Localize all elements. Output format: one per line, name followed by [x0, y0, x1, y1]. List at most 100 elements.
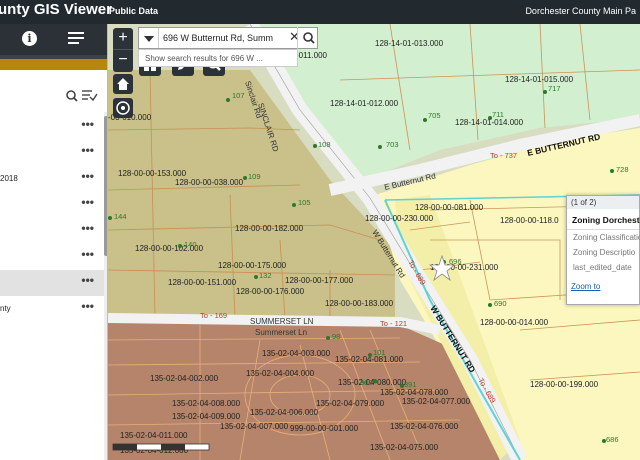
layer-list: ••• ••• 2018 ••• ••• ••• ••• ••• nty ••• [0, 114, 104, 322]
more-icon[interactable]: ••• [81, 221, 94, 235]
more-icon[interactable]: ••• [81, 169, 94, 183]
search-source-dropdown[interactable] [139, 28, 159, 48]
more-icon[interactable]: ••• [81, 247, 94, 261]
parcel-label: 135-02-04-077.000 [402, 397, 471, 406]
address-label: 380 [360, 378, 373, 387]
layer-item[interactable]: ••• [0, 244, 104, 270]
map-view[interactable]: Sinclair Rd SINCLAIR RD E BUTTERNUT RD E… [108, 24, 640, 460]
address-label: 140 [184, 240, 197, 249]
parcel-label: 128-00-00-118.0 [500, 216, 559, 225]
parcel-label: 128-00-00-183.000 [325, 299, 394, 308]
zoom-out-button[interactable]: − [113, 50, 133, 72]
address-label: 107 [232, 91, 245, 100]
home-button[interactable] [113, 74, 133, 94]
address-label: 105 [298, 198, 311, 207]
map-canvas[interactable]: Sinclair Rd SINCLAIR RD E BUTTERNUT RD E… [108, 24, 640, 460]
address-label: 690 [494, 299, 507, 308]
popup-field: Zoning Descriptio [573, 248, 636, 257]
layer-item[interactable]: ••• [0, 218, 104, 244]
more-icon[interactable]: ••• [81, 299, 94, 313]
gis-viewer-app: unty GIS Viewer Public Data Dorchester C… [0, 0, 640, 460]
address-label: 728 [616, 165, 629, 174]
layer-item[interactable]: nty ••• [0, 296, 104, 322]
search-submit-button[interactable] [297, 27, 319, 49]
panel-tools [60, 88, 104, 109]
parcel-label: 128-14-01-013.000 [375, 39, 444, 48]
parcel-label: 128-00-00-177.000 [285, 276, 354, 285]
address-label: 144 [114, 212, 127, 221]
more-icon[interactable]: ••• [81, 195, 94, 209]
zoom-to-link[interactable]: Zoom to [567, 275, 639, 298]
parcel-label: 128-00-00-182.000 [235, 224, 304, 233]
layer-item-label: 2018 [0, 174, 18, 183]
panel-toolbar: i [0, 24, 107, 55]
parcel-label: 128-00-00-153.000 [118, 169, 187, 178]
parcel-label: 128-00-00-014.000 [480, 318, 549, 327]
address-label: 705 [428, 111, 441, 120]
layer-item[interactable]: 2018 ••• [0, 166, 104, 192]
zoom-control: + − [113, 28, 133, 72]
address-label: 108 [318, 140, 331, 149]
more-icon[interactable]: ••• [81, 143, 94, 157]
parcel-label: 128-14-01-012.000 [330, 99, 399, 108]
popup-pager: (1 of 2) [567, 196, 639, 209]
parcel-label: 128-00-00-176.000 [236, 287, 305, 296]
parcel-label: 999-00-00-001.000 [290, 424, 359, 433]
parcel-label: 135-02-04-004.000 [246, 369, 315, 378]
layer-item-selected[interactable]: ••• [0, 270, 104, 296]
info-icon[interactable]: i [22, 31, 37, 46]
address-label: 132 [259, 271, 272, 280]
layer-item[interactable]: ••• [0, 192, 104, 218]
parcel-label: 135-02-04-078.000 [380, 388, 449, 397]
address-label: 109 [248, 172, 261, 181]
feature-popup: (1 of 2) Zoning Dorchester Zoning Classi… [566, 195, 640, 305]
parcel-label: 128-00-00-230.000 [365, 214, 434, 223]
road-label: To - 737 [490, 151, 517, 160]
road-label: Summerset Ln [255, 328, 307, 337]
parcel-label: 135-02-04-002.000 [150, 374, 219, 383]
layers-panel: i ••• ••• 2018 ••• ••• ••• ••• ••• nty •… [0, 24, 108, 460]
address-label: 703 [386, 140, 399, 149]
county-main-page-link[interactable]: Dorchester County Main Pa [525, 6, 636, 16]
layer-list-icon[interactable] [68, 32, 84, 46]
parcel-label: 135-02-04-079.000 [316, 399, 385, 408]
search-suggestion[interactable]: Show search results for 696 W ... [138, 49, 298, 67]
parcel-label: 135-02-04-008.000 [172, 399, 241, 408]
layer-item[interactable]: ••• [0, 140, 104, 166]
public-data-link[interactable]: Public Data [109, 6, 158, 16]
more-icon[interactable]: ••• [81, 273, 94, 287]
popup-title: Zoning Dorchester [567, 209, 640, 230]
popup-field: Zoning Classificatio [573, 233, 640, 242]
parcel-label: 128-00-00-151.000 [168, 278, 237, 287]
locate-button[interactable] [113, 98, 133, 118]
address-label: 101 [373, 348, 386, 357]
layer-item-label: nty [0, 304, 11, 313]
parcel-label: -011.000 [296, 51, 328, 60]
parcel-label: 135-02-04-006.000 [250, 408, 319, 417]
parcel-label: 135-02-04-011.000 [120, 431, 188, 440]
panel-accent-bar [0, 60, 107, 70]
address-label: 711 [492, 110, 504, 119]
parcel-label: 128-00-00-199.000 [530, 380, 599, 389]
search-input[interactable] [163, 30, 287, 46]
parcel-label: 135-02-04-007.000 [220, 422, 289, 431]
app-title: unty GIS Viewer [0, 1, 112, 18]
zoom-in-button[interactable]: + [113, 28, 133, 50]
parcel-label: 135-02-04-075.000 [370, 443, 439, 452]
scale-bar [112, 443, 210, 451]
parcel-label: 135-02-04-003.000 [262, 349, 331, 358]
more-icon[interactable]: ••• [81, 117, 94, 131]
filter-list-icon[interactable] [82, 90, 98, 102]
address-search: ✕ [138, 27, 318, 49]
parcel-label: 128-00-00-038.000 [175, 178, 244, 187]
popup-field: last_edited_date [573, 263, 632, 272]
layer-item[interactable]: ••• [0, 114, 104, 140]
address-label: 98 [332, 332, 340, 341]
home-icon [117, 78, 129, 90]
parcel-label: 135-02-04-076.000 [390, 422, 459, 431]
address-label: 391 [404, 380, 417, 389]
parcel-label: 128-14-01-015.000 [505, 75, 574, 84]
search-icon[interactable] [66, 90, 78, 102]
road-label: To - 169 [200, 311, 227, 320]
search-icon [303, 32, 315, 44]
